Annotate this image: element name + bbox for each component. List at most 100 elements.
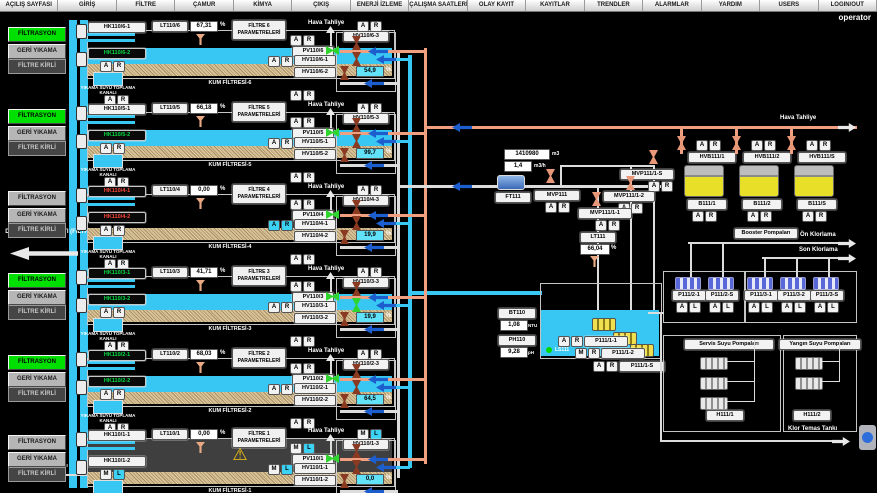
channel-valve-icon[interactable] <box>76 380 87 395</box>
auto-mode-button[interactable]: A <box>100 225 112 236</box>
remote-mode-button[interactable]: R <box>815 211 827 222</box>
blower-valve-label[interactable]: HVB111/1 <box>688 152 736 163</box>
filter-dirty-indicator[interactable]: FİLTRE KİRLİ <box>8 59 66 74</box>
hk-valve-label-2[interactable]: HK110/6-2 <box>88 48 146 59</box>
blower-icon[interactable] <box>794 165 834 197</box>
remote-mode-button[interactable]: R <box>113 225 125 236</box>
channel-valve-icon[interactable] <box>76 432 87 447</box>
auto-mode-button[interactable]: A <box>290 199 302 210</box>
remote-mode-button[interactable]: R <box>631 203 643 214</box>
remote-mode-button[interactable]: L <box>281 464 293 475</box>
hk-valve-label-2[interactable]: HK110/5-2 <box>88 130 146 141</box>
auto-mode-button[interactable]: A <box>268 138 280 149</box>
local-mode-button[interactable]: L <box>761 302 773 313</box>
local-mode-button[interactable]: L <box>794 302 806 313</box>
backwash-status-button[interactable]: GERİ YIKAMA <box>8 126 66 141</box>
blower-icon[interactable] <box>684 165 724 197</box>
remote-mode-button[interactable]: R <box>303 90 315 101</box>
menu-item[interactable]: ALARMLAR <box>643 0 701 11</box>
auto-mode-button[interactable]: M <box>290 443 302 454</box>
blower-label[interactable]: B111/2 <box>742 199 782 210</box>
pump-label[interactable]: P111/2-S <box>705 290 739 301</box>
fire-collector-label[interactable]: H111/2 <box>793 410 831 421</box>
auto-mode-button[interactable]: A <box>290 35 302 46</box>
auto-mode-button[interactable]: A <box>290 281 302 292</box>
pump-icon[interactable] <box>700 377 728 390</box>
pump-label[interactable]: P111/3-1 <box>744 290 778 301</box>
auto-mode-button[interactable]: A <box>290 254 302 265</box>
filter-parameters-button[interactable]: FİLTRE 1 PARAMETRELERİ <box>232 428 286 448</box>
hv2-valve-label[interactable]: HV110/4-2 <box>294 231 336 242</box>
remote-mode-button[interactable]: R <box>760 211 772 222</box>
menu-item[interactable]: KİMYA <box>234 0 292 11</box>
channel-valve-icon[interactable] <box>76 460 87 475</box>
auto-mode-button[interactable]: A <box>814 302 826 313</box>
auto-mode-button[interactable]: A <box>268 384 280 395</box>
menu-item[interactable]: OLAY KAYIT <box>468 0 526 11</box>
auto-mode-button[interactable]: A <box>290 90 302 101</box>
hv2-valve-label[interactable]: HV110/6-2 <box>294 67 336 78</box>
filtration-status-button[interactable]: FİLTRASYON <box>8 273 66 288</box>
remote-mode-button[interactable]: R <box>303 336 315 347</box>
menu-item[interactable]: GİRİŞ <box>58 0 116 11</box>
hv2-valve-label[interactable]: HV110/5-2 <box>294 149 336 160</box>
site-badge-icon[interactable] <box>859 425 876 450</box>
auto-mode-button[interactable]: A <box>100 307 112 318</box>
remote-mode-button[interactable]: R <box>113 61 125 72</box>
auto-mode-button[interactable]: A <box>593 361 605 372</box>
menu-item[interactable]: AÇILIŞ SAYFASI <box>0 0 58 11</box>
manual-mode-button[interactable]: M <box>575 348 587 359</box>
auto-mode-button[interactable]: A <box>696 140 708 151</box>
remote-mode-button[interactable]: R <box>588 348 600 359</box>
remote-mode-button[interactable]: R <box>764 140 776 151</box>
remote-mode-button[interactable]: R <box>281 138 293 149</box>
hv1-valve-label[interactable]: HV110/4-1 <box>294 219 336 230</box>
mvp-valve-label[interactable]: MVP111/1-2 <box>603 191 655 202</box>
auto-mode-button[interactable]: A <box>268 56 280 67</box>
menu-item[interactable]: USERS <box>760 0 818 11</box>
hv3-valve-label[interactable]: HV110/5-3 <box>343 113 389 124</box>
channel-valve-icon[interactable] <box>76 24 87 39</box>
auto-mode-button[interactable]: A <box>545 202 557 213</box>
ph-label[interactable]: PH110 <box>498 335 536 346</box>
pump-icon[interactable] <box>700 357 728 370</box>
pump-icon[interactable] <box>592 318 616 331</box>
channel-valve-icon[interactable] <box>76 106 87 121</box>
filtration-status-button[interactable]: FİLTRASYON <box>8 27 66 42</box>
channel-valve-icon[interactable] <box>76 352 87 367</box>
pump-icon[interactable] <box>795 377 823 390</box>
hv2-valve-label[interactable]: HV110/3-2 <box>294 313 336 324</box>
hv1-valve-label[interactable]: HV110/5-1 <box>294 137 336 148</box>
hk-valve-label-2[interactable]: HK110/2-2 <box>88 376 146 387</box>
filter-parameters-button[interactable]: FİLTRE 5 PARAMETRELERİ <box>232 102 286 122</box>
menu-item[interactable]: ÇAMUR <box>175 0 233 11</box>
hk-valve-label-1[interactable]: HK110/5-1 <box>88 104 146 115</box>
remote-mode-button[interactable]: R <box>606 361 618 372</box>
channel-valve-icon[interactable] <box>76 134 87 149</box>
hv3-valve-label[interactable]: HV110/1-3 <box>343 439 389 450</box>
filter-parameters-button[interactable]: FİLTRE 3 PARAMETRELERİ <box>232 266 286 286</box>
hv1-valve-label[interactable]: HV110/6-1 <box>294 55 336 66</box>
auto-mode-button[interactable]: A <box>100 61 112 72</box>
auto-mode-button[interactable]: A <box>751 140 763 151</box>
hk-valve-label-2[interactable]: HK110/1-2 <box>88 456 146 467</box>
hk-valve-label-1[interactable]: HK110/2-1 <box>88 350 146 361</box>
hk-valve-label-1[interactable]: HK110/4-1 <box>88 186 146 197</box>
hv1-valve-label[interactable]: HV110/3-1 <box>294 301 336 312</box>
filtration-status-button[interactable]: FİLTRASYON <box>8 355 66 370</box>
hk-valve-label-2[interactable]: HK110/4-2 <box>88 212 146 223</box>
hv1-valve-label[interactable]: HV110/2-1 <box>294 383 336 394</box>
channel-valve-icon[interactable] <box>76 298 87 313</box>
blower-label[interactable]: B111/1 <box>687 199 727 210</box>
remote-mode-button[interactable]: R <box>819 140 831 151</box>
remote-mode-button[interactable]: R <box>113 389 125 400</box>
level-transmitter-label[interactable]: LT110/5 <box>152 103 188 114</box>
remote-mode-button[interactable]: R <box>281 56 293 67</box>
auto-mode-button[interactable]: A <box>268 220 280 231</box>
menu-item[interactable]: ÇALIŞMA SAATLERİ <box>409 0 467 11</box>
filter-dirty-indicator[interactable]: FİLTRE KİRLİ <box>8 305 66 320</box>
hv2-valve-label[interactable]: HV110/2-2 <box>294 395 336 406</box>
mvp-valve-label[interactable]: MVP111 <box>534 190 580 201</box>
remote-mode-button[interactable]: R <box>303 281 315 292</box>
hv3-valve-label[interactable]: HV110/3-3 <box>343 277 389 288</box>
